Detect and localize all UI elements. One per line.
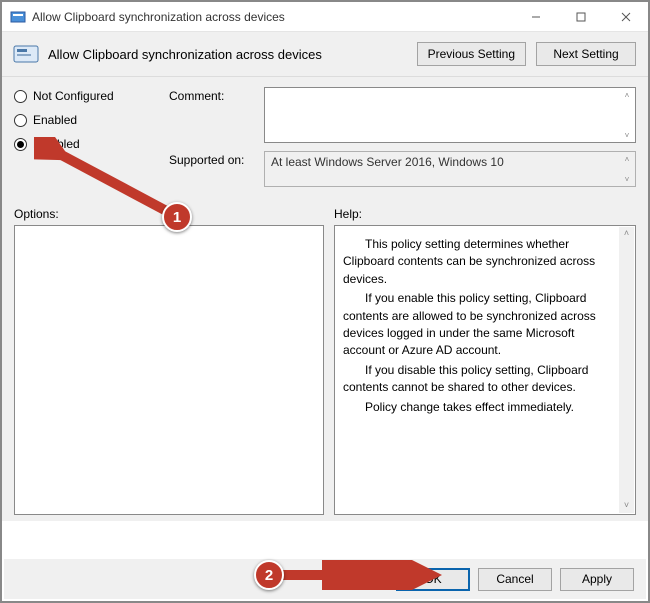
help-text: If you disable this policy setting, Clip…	[343, 362, 615, 397]
radio-disabled[interactable]: Disabled	[14, 137, 169, 151]
radio-icon	[14, 138, 27, 151]
ok-button[interactable]: OK	[396, 568, 470, 591]
fields-column: Comment: ˄˅ Supported on: At least Windo…	[169, 87, 636, 195]
scrollbar[interactable]: ˄˅	[620, 153, 634, 185]
minimize-button[interactable]	[513, 2, 558, 32]
supported-on-box: At least Windows Server 2016, Windows 10…	[264, 151, 636, 187]
window-title: Allow Clipboard synchronization across d…	[32, 10, 513, 24]
supported-on-value: At least Windows Server 2016, Windows 10	[271, 155, 504, 169]
bottom-bar: OK Cancel Apply	[4, 559, 646, 599]
cancel-button[interactable]: Cancel	[478, 568, 552, 591]
scroll-up-icon[interactable]: ˄	[620, 153, 634, 165]
scrollbar[interactable]: ˄˅	[620, 89, 634, 141]
help-text: If you enable this policy setting, Clipb…	[343, 290, 615, 360]
radio-not-configured[interactable]: Not Configured	[14, 89, 169, 103]
supported-on-label: Supported on:	[169, 151, 264, 167]
app-icon	[10, 9, 26, 25]
panes: This policy setting determines whether C…	[2, 225, 648, 521]
radio-label: Enabled	[33, 113, 77, 127]
close-button[interactable]	[603, 2, 648, 32]
titlebar: Allow Clipboard synchronization across d…	[2, 2, 648, 32]
previous-setting-button[interactable]: Previous Setting	[417, 42, 526, 66]
scroll-down-icon[interactable]: ˅	[619, 499, 634, 513]
maximize-button[interactable]	[558, 2, 603, 32]
scroll-down-icon[interactable]: ˅	[620, 173, 634, 185]
radio-icon	[14, 114, 27, 127]
help-pane: This policy setting determines whether C…	[334, 225, 636, 515]
scrollbar[interactable]: ˄˅	[619, 227, 634, 513]
scroll-down-icon[interactable]: ˅	[620, 129, 634, 141]
scroll-up-icon[interactable]: ˄	[620, 89, 634, 101]
policy-icon	[12, 40, 40, 68]
help-text: Policy change takes effect immediately.	[343, 399, 615, 416]
help-label: Help:	[334, 207, 636, 221]
next-setting-button[interactable]: Next Setting	[536, 42, 636, 66]
comment-textarea[interactable]: ˄˅	[264, 87, 636, 143]
options-pane	[14, 225, 324, 515]
radio-enabled[interactable]: Enabled	[14, 113, 169, 127]
config-area: Not Configured Enabled Disabled Comment:…	[2, 77, 648, 201]
comment-label: Comment:	[169, 87, 264, 103]
window-controls	[513, 2, 648, 31]
radio-label: Disabled	[33, 137, 80, 151]
scroll-up-icon[interactable]: ˄	[619, 227, 634, 241]
section-labels: Options: Help:	[2, 201, 648, 225]
state-radio-group: Not Configured Enabled Disabled	[14, 87, 169, 195]
header-strip: Allow Clipboard synchronization across d…	[2, 32, 648, 77]
radio-label: Not Configured	[33, 89, 114, 103]
header-title: Allow Clipboard synchronization across d…	[48, 47, 407, 62]
radio-icon	[14, 90, 27, 103]
help-text: This policy setting determines whether C…	[343, 236, 615, 288]
apply-button[interactable]: Apply	[560, 568, 634, 591]
options-label: Options:	[14, 207, 334, 221]
